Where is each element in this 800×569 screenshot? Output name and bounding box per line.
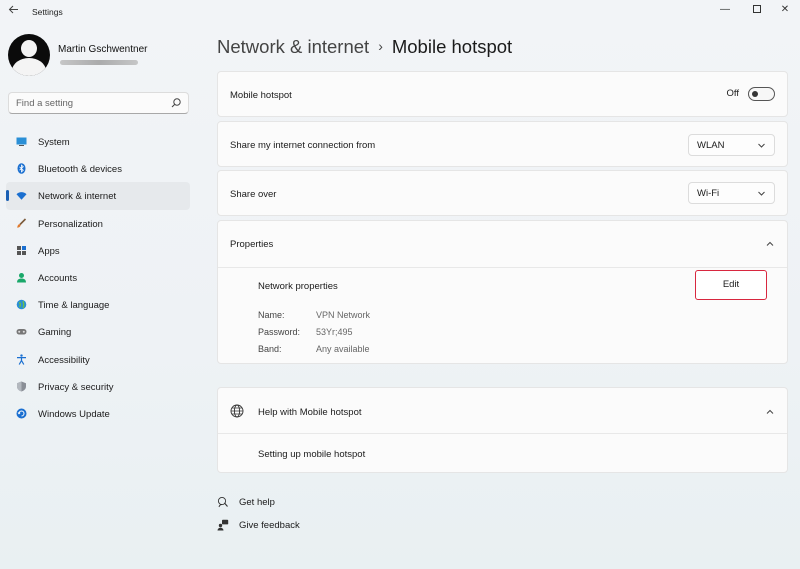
share-from-card: Share my internet connection from WLAN xyxy=(217,121,788,167)
sidebar-item-label: Windows Update xyxy=(38,408,110,420)
sidebar-item-label: Gaming xyxy=(38,327,72,339)
network-properties-label: Network properties xyxy=(258,281,338,292)
get-help-label: Get help xyxy=(239,497,275,508)
sidebar-item-system[interactable]: System xyxy=(6,128,190,155)
help-card: Help with Mobile hotspot Setting up mobi… xyxy=(217,387,788,473)
toggle-knob xyxy=(752,91,758,97)
help-person-icon xyxy=(217,496,228,508)
toggle-state-text: Off xyxy=(726,88,740,99)
share-from-label: Share my internet connection from xyxy=(230,140,376,151)
sidebar-nav: System Bluetooth & devices Network & int… xyxy=(6,128,190,427)
window-title: Settings xyxy=(32,7,63,17)
globe-icon xyxy=(16,299,27,310)
prop-band-key: Band: xyxy=(258,344,282,354)
accessibility-icon xyxy=(17,353,26,365)
prop-password-key: Password: xyxy=(258,327,301,337)
prop-band-value: Any available xyxy=(316,344,370,354)
sidebar-item-apps[interactable]: Apps xyxy=(6,237,190,264)
sidebar-item-privacy-security[interactable]: Privacy & security xyxy=(6,373,190,400)
search-input[interactable] xyxy=(16,96,166,110)
chevron-up-icon[interactable] xyxy=(765,239,775,249)
edit-button-label: Edit xyxy=(722,279,740,290)
gamepad-icon xyxy=(16,329,27,335)
avatar-head-shape xyxy=(21,40,37,57)
avatar-body-shape xyxy=(12,58,46,76)
share-over-dropdown[interactable]: Wi-Fi xyxy=(688,182,775,204)
breadcrumb-parent[interactable]: Network & internet xyxy=(217,36,369,57)
maximize-button[interactable] xyxy=(742,0,772,22)
shield-icon xyxy=(17,381,26,392)
sidebar-item-label: Time & language xyxy=(38,300,110,312)
avatar[interactable] xyxy=(8,34,50,76)
globe-icon xyxy=(230,404,244,418)
minimize-button[interactable]: — xyxy=(710,0,740,22)
feedback-icon xyxy=(217,519,229,531)
bluetooth-icon xyxy=(17,163,26,174)
update-icon xyxy=(16,408,27,419)
share-over-label: Share over xyxy=(230,189,277,200)
sidebar-item-windows-update[interactable]: Windows Update xyxy=(6,400,190,427)
hotspot-label: Mobile hotspot xyxy=(230,90,292,101)
page-title: Mobile hotspot xyxy=(391,36,513,57)
sidebar-item-label: Apps xyxy=(38,245,60,257)
sidebar-item-accessibility[interactable]: Accessibility xyxy=(6,346,190,373)
breadcrumb: Network & internet › Mobile hotspot xyxy=(217,36,512,58)
sidebar-item-network[interactable]: Network & internet xyxy=(6,182,190,210)
accounts-icon xyxy=(17,272,26,283)
search-icon[interactable] xyxy=(170,97,182,109)
user-email-redacted xyxy=(60,60,138,65)
maximize-icon xyxy=(753,5,761,14)
hotspot-toggle-card: Mobile hotspot Off xyxy=(217,71,788,117)
sidebar-item-time-language[interactable]: Time & language xyxy=(6,291,190,318)
sidebar-item-label: Personalization xyxy=(38,218,103,230)
close-button[interactable]: ✕ xyxy=(770,0,800,22)
divider xyxy=(218,433,787,434)
chevron-down-icon xyxy=(758,143,765,148)
apps-icon xyxy=(17,245,26,255)
sidebar-item-label: Privacy & security xyxy=(38,381,114,393)
system-icon xyxy=(16,137,27,146)
back-arrow-icon[interactable] xyxy=(6,4,20,18)
sidebar-item-label: System xyxy=(38,137,70,148)
share-over-card: Share over Wi-Fi xyxy=(217,170,788,216)
help-title: Help with Mobile hotspot xyxy=(258,407,362,418)
sidebar-item-label: Bluetooth & devices xyxy=(38,164,122,176)
share-over-value: Wi-Fi xyxy=(697,188,720,199)
prop-name-key: Name: xyxy=(258,310,285,320)
help-link-setup[interactable]: Setting up mobile hotspot xyxy=(258,449,365,460)
wifi-icon xyxy=(16,192,27,201)
divider xyxy=(218,267,787,268)
give-feedback-label: Give feedback xyxy=(239,520,300,531)
breadcrumb-separator: › xyxy=(378,38,383,54)
chevron-up-icon[interactable] xyxy=(765,407,775,417)
search-box[interactable] xyxy=(8,92,189,114)
share-from-value: WLAN xyxy=(697,140,725,151)
sidebar-item-accounts[interactable]: Accounts xyxy=(6,264,190,291)
title-bar: Settings — ✕ xyxy=(0,0,800,24)
sidebar-item-personalization[interactable]: Personalization xyxy=(6,210,190,237)
share-from-dropdown[interactable]: WLAN xyxy=(688,134,775,156)
sidebar-item-label: Accounts xyxy=(38,272,78,284)
sidebar-item-label: Network & internet xyxy=(38,191,117,203)
properties-title: Properties xyxy=(230,239,274,250)
prop-password-value: 53Yr;495 xyxy=(316,327,353,337)
edit-button[interactable]: Edit xyxy=(695,270,767,300)
sidebar-item-bluetooth[interactable]: Bluetooth & devices xyxy=(6,155,190,182)
user-name: Martin Gschwentner xyxy=(58,44,148,55)
prop-name-value: VPN Network xyxy=(316,310,371,320)
properties-card: Properties Network properties Edit Name:… xyxy=(217,220,788,364)
sidebar-item-gaming[interactable]: Gaming xyxy=(6,318,190,345)
hotspot-toggle[interactable] xyxy=(748,87,775,101)
chevron-down-icon xyxy=(758,191,765,196)
sidebar-item-label: Accessibility xyxy=(38,354,90,366)
brush-icon xyxy=(17,217,27,228)
